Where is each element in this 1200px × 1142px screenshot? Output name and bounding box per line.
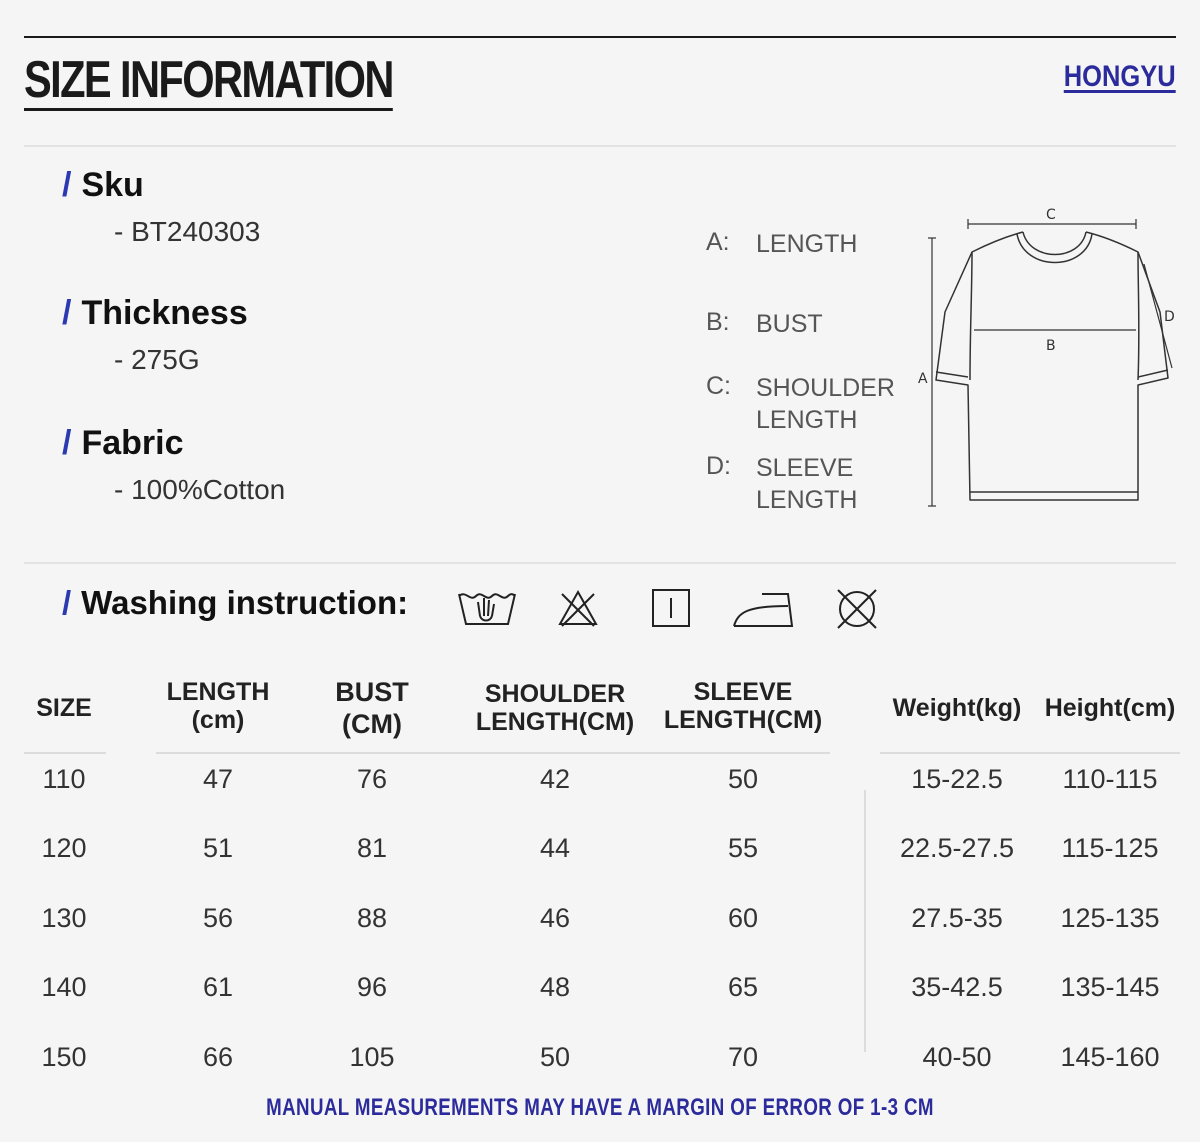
cell-weight: 35-42.5 xyxy=(911,972,1003,1002)
cell-size: 130 xyxy=(41,903,87,933)
header-divider xyxy=(24,752,106,754)
cell-shoulder: 42 xyxy=(539,764,571,794)
cell-length: 66 xyxy=(202,1042,234,1072)
header-height: Height(cm) xyxy=(1044,694,1176,722)
cell-length: 56 xyxy=(202,903,234,933)
cell-sleeve: 70 xyxy=(727,1042,759,1072)
cell-height: 135-145 xyxy=(1060,972,1160,1002)
cell-bust: 105 xyxy=(349,1042,395,1072)
legend-key-d: D: xyxy=(706,452,731,480)
cell-shoulder: 50 xyxy=(539,1042,571,1072)
cell-sleeve: 50 xyxy=(727,764,759,794)
washing-instruction-label: / Washing instruction: xyxy=(62,584,409,621)
diagram-label-c: C xyxy=(1046,207,1056,223)
cell-weight: 15-22.5 xyxy=(911,764,1003,794)
page-title: SIZE INFORMATION xyxy=(24,51,394,111)
cell-length: 51 xyxy=(202,833,234,863)
legend-key-a: A: xyxy=(706,228,730,256)
column-divider xyxy=(864,790,866,1052)
no-tumble-dry-icon xyxy=(837,589,877,629)
cell-bust: 96 xyxy=(356,972,388,1002)
legend-value-a: LENGTH xyxy=(756,230,858,258)
top-divider xyxy=(24,36,1176,38)
spec-fabric-label: / Fabric xyxy=(62,424,184,462)
legend-value-b: BUST xyxy=(756,310,823,338)
cell-length: 61 xyxy=(202,972,234,1002)
cell-bust: 81 xyxy=(356,833,388,863)
no-bleach-icon xyxy=(558,589,598,627)
header-size: SIZE xyxy=(36,694,92,722)
spec-thickness-value: - 275G xyxy=(114,344,200,375)
cell-weight: 27.5-35 xyxy=(911,903,1003,933)
cell-sleeve: 55 xyxy=(727,833,759,863)
cell-weight: 40-50 xyxy=(922,1042,992,1072)
section-divider xyxy=(24,562,1176,564)
diagram-label-b: B xyxy=(1046,338,1056,354)
section-divider xyxy=(24,145,1176,147)
header-length: LENGTH (cm) xyxy=(166,678,270,734)
cell-shoulder: 46 xyxy=(539,903,571,933)
header-divider xyxy=(880,752,1180,754)
iron-icon xyxy=(733,593,794,627)
cell-height: 125-135 xyxy=(1060,903,1160,933)
diagram-label-a: A xyxy=(918,371,928,387)
cell-sleeve: 65 xyxy=(727,972,759,1002)
hand-wash-icon xyxy=(458,593,516,625)
header-divider xyxy=(156,752,830,754)
cell-bust: 76 xyxy=(356,764,388,794)
cell-bust: 88 xyxy=(356,903,388,933)
legend-value-c: SHOULDER LENGTH xyxy=(756,374,895,434)
cell-weight: 22.5-27.5 xyxy=(899,833,1015,863)
tshirt-measurement-diagram: C B A D xyxy=(918,207,1175,507)
diagram-label-d: D xyxy=(1164,309,1175,325)
cell-height: 115-125 xyxy=(1061,833,1159,863)
header-shoulder-length: SHOULDER LENGTH(CM) xyxy=(475,680,635,736)
spec-thickness-label: / Thickness xyxy=(62,294,248,332)
cell-size: 120 xyxy=(41,833,87,863)
line-dry-icon xyxy=(652,589,690,627)
cell-height: 145-160 xyxy=(1060,1042,1160,1072)
legend-value-d: SLEEVE LENGTH xyxy=(756,454,858,514)
cell-sleeve: 60 xyxy=(727,903,759,933)
cell-size: 140 xyxy=(41,972,87,1002)
header-bust: BUST (CM) xyxy=(335,677,409,739)
spec-fabric-value: - 100%Cotton xyxy=(114,474,286,505)
cell-shoulder: 44 xyxy=(539,833,571,863)
cell-height: 110-115 xyxy=(1062,764,1158,794)
cell-size: 150 xyxy=(41,1042,87,1072)
spec-sku-label: / Sku xyxy=(62,166,144,204)
legend-key-b: B: xyxy=(706,308,730,336)
header-sleeve-length: SLEEVE LENGTH(CM) xyxy=(663,678,823,734)
legend-key-c: C: xyxy=(706,372,731,400)
spec-sku-value: - BT240303 xyxy=(114,216,261,247)
cell-shoulder: 48 xyxy=(539,972,571,1002)
header-weight: Weight(kg) xyxy=(892,694,1022,722)
brand-link[interactable]: HONGYU xyxy=(1064,60,1176,94)
cell-length: 47 xyxy=(202,764,234,794)
cell-size: 110 xyxy=(42,764,86,794)
measurement-disclaimer: MANUAL MEASUREMENTS MAY HAVE A MARGIN OF… xyxy=(266,1094,934,1121)
